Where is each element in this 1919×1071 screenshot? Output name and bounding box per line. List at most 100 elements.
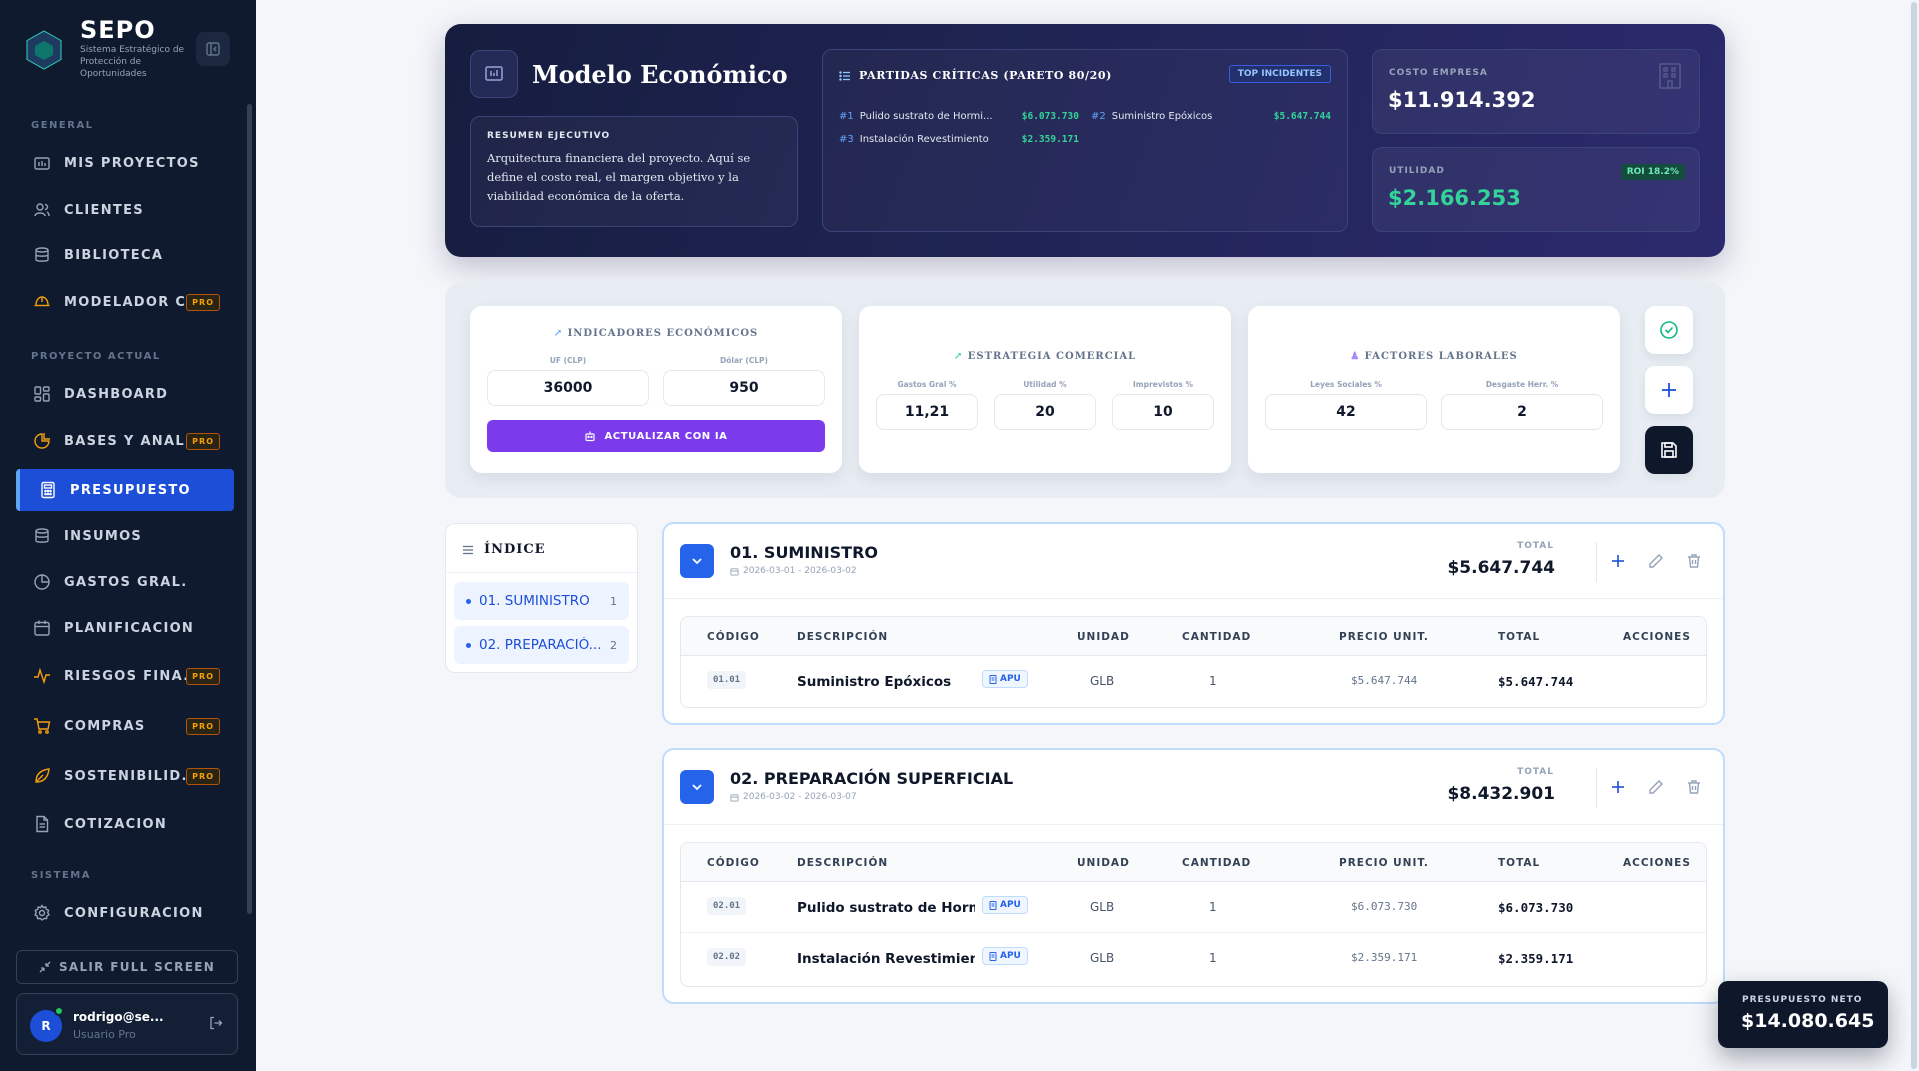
sidebar-item-planificacion[interactable]: PLANIFICACIÓN <box>16 607 234 649</box>
scrollbar-thumb[interactable] <box>1911 2 1917 1069</box>
item-description: Pulido sustrato de Horm... <box>797 900 975 916</box>
sidebar-item-label: INSUMOS <box>64 528 143 544</box>
pareto-item: #1 Pulido sustrato de Hormi... $6.073.73… <box>839 108 1079 124</box>
table-row[interactable]: 01.01 Suministro Epóxicos APU GLB 1 $5.6… <box>681 656 1706 707</box>
validate-button[interactable] <box>1645 306 1693 354</box>
item-unit: GLB <box>1090 951 1115 965</box>
sidebar-item-bases-analisis[interactable]: BASES Y ANÁL... PRO <box>16 420 234 462</box>
pareto-name: Pulido sustrato de Hormi... <box>859 110 993 122</box>
brand-subtitle: Sistema Estratégico de Protección de Opo… <box>80 45 185 79</box>
sidebar-item-riesgos[interactable]: RIESGOS FINA... PRO <box>16 655 234 697</box>
trending-up-icon: ↗ <box>553 328 564 339</box>
utilidad-input[interactable]: 20 <box>994 394 1096 430</box>
summary-title: RESUMEN EJECUTIVO <box>487 131 611 141</box>
sidebar-scrollbar[interactable] <box>247 104 252 914</box>
top-incidents-badge: TOP INCIDENTES <box>1228 65 1331 83</box>
add-item-button[interactable] <box>1607 550 1629 572</box>
section-label-sistema: SISTEMA <box>31 870 91 881</box>
exit-fullscreen-button[interactable]: SALIR FULL SCREEN <box>16 950 238 984</box>
sidebar-item-sostenibilidad[interactable]: SOSTENIBILID... PRO <box>16 755 234 797</box>
update-with-ai-button[interactable]: ACTUALIZAR CON IA <box>487 420 825 452</box>
database-icon <box>32 526 52 546</box>
pie-icon <box>32 572 52 592</box>
check-circle-icon <box>1660 321 1678 339</box>
leyes-sociales-input[interactable]: 42 <box>1265 394 1427 430</box>
sidebar-item-compras[interactable]: COMPRAS PRO <box>16 705 234 747</box>
pro-badge: PRO <box>186 767 220 785</box>
item-code: 02.02 <box>707 948 747 966</box>
chapter-title: 02. PREPARACIÓN SUPERFICIAL <box>730 769 1014 788</box>
apu-button[interactable]: APU <box>982 896 1028 914</box>
commercial-strategy-card: ↗ ESTRATEGIA COMERCIAL Gastos Gral % Uti… <box>859 306 1231 473</box>
robot-icon <box>585 431 596 442</box>
chapter-total-label: TOTAL <box>1517 767 1554 777</box>
delete-chapter-button[interactable] <box>1683 776 1705 798</box>
save-button[interactable] <box>1645 426 1693 474</box>
table-header: CÓDIGO DESCRIPCIÓN UNIDAD CANTIDAD PRECI… <box>681 617 1706 656</box>
gastos-gral-input[interactable]: 11,21 <box>876 394 978 430</box>
document-icon <box>989 674 997 684</box>
add-item-button[interactable] <box>1607 776 1629 798</box>
table-row[interactable]: 02.01 Pulido sustrato de Horm... APU GLB… <box>681 882 1706 933</box>
chapter-dates: 2026-03-01 - 2026-03-02 <box>743 566 857 576</box>
item-description: Suministro Epóxicos <box>797 674 952 690</box>
chevron-down-icon <box>692 558 702 565</box>
collapse-sidebar-button[interactable] <box>196 32 230 66</box>
logout-icon[interactable] <box>209 1016 223 1030</box>
index-item-label: 01. SUMINISTRO <box>479 593 590 609</box>
pro-badge: PRO <box>186 717 220 735</box>
user-card[interactable]: R rodrigo@se... Usuario Pro <box>16 993 238 1055</box>
sidebar-item-dashboard[interactable]: DASHBOARD <box>16 373 234 415</box>
sidebar-item-mis-proyectos[interactable]: MIS PROYECTOS <box>16 142 234 184</box>
edit-chapter-button[interactable] <box>1645 550 1667 572</box>
pencil-icon <box>1649 780 1663 794</box>
delete-chapter-button[interactable] <box>1683 550 1705 572</box>
sidebar-item-configuracion[interactable]: CONFIGURACIÓN <box>16 892 234 934</box>
cost-label: COSTO EMPRESA <box>1389 68 1488 78</box>
sidebar-item-label: SOSTENIBILID... <box>64 768 187 784</box>
apu-button[interactable]: APU <box>982 947 1028 965</box>
page-scrollbar[interactable] <box>1909 0 1919 1071</box>
economic-indicators-title: INDICADORES ECONÓMICOS <box>567 328 759 339</box>
chapter-total-value: $8.432.901 <box>1447 784 1555 804</box>
desgaste-input[interactable]: 2 <box>1441 394 1603 430</box>
hexagon-logo-icon <box>26 30 62 70</box>
uf-input[interactable]: 36000 <box>487 370 649 406</box>
column-header: CÓDIGO <box>707 857 760 869</box>
sidebar-item-cotizacion[interactable]: COTIZACIÓN <box>16 803 234 845</box>
usd-input[interactable]: 950 <box>663 370 825 406</box>
item-unit: GLB <box>1090 674 1115 688</box>
divider <box>1596 768 1597 808</box>
user-role: Usuario Pro <box>73 1028 136 1041</box>
uf-label: UF (CLP) <box>549 356 587 365</box>
item-total: $6.073.730 <box>1498 900 1574 915</box>
apu-button[interactable]: APU <box>982 670 1028 688</box>
sidebar-item-presupuesto[interactable]: PRESUPUESTO <box>16 469 234 511</box>
hardhat-icon <box>32 292 52 312</box>
pro-badge: PRO <box>186 293 220 311</box>
sidebar-item-modelador[interactable]: MODELADOR C... PRO <box>16 281 234 323</box>
imprevistos-input[interactable]: 10 <box>1112 394 1214 430</box>
edit-chapter-button[interactable] <box>1645 776 1667 798</box>
sidebar-item-clientes[interactable]: CLIENTES <box>16 189 234 231</box>
pareto-rank: #3 <box>839 133 854 145</box>
sidebar-item-insumos[interactable]: INSUMOS <box>16 515 234 557</box>
column-header: ACCIONES <box>1623 631 1691 643</box>
pareto-value: $6.073.730 <box>1021 110 1079 122</box>
collapse-chapter-button[interactable] <box>680 544 714 578</box>
add-chapter-button[interactable] <box>1645 366 1693 414</box>
page-title: Modelo Económico <box>532 60 788 89</box>
index-item[interactable]: 01. SUMINISTRO 1 <box>454 582 629 620</box>
list-icon <box>463 545 473 554</box>
leyes-sociales-label: Leyes Sociales % <box>1310 380 1382 389</box>
sidebar-item-gastos-gral[interactable]: GASTOS GRAL. <box>16 561 234 603</box>
sidebar-item-label: PRESUPUESTO <box>70 482 191 498</box>
sidebar-item-biblioteca[interactable]: BIBLIOTECA <box>16 234 234 276</box>
pareto-title: PARTIDAS CRÍTICAS (PARETO 80/20) <box>859 69 1112 82</box>
index-item[interactable]: 02. PREPARACIÓ... 2 <box>454 626 629 664</box>
collapse-chapter-button[interactable] <box>680 770 714 804</box>
calendar-icon <box>32 618 52 638</box>
column-header: CANTIDAD <box>1182 857 1252 869</box>
table-row[interactable]: 02.02 Instalación Revestimiento APU GLB … <box>681 933 1706 984</box>
column-header: TOTAL <box>1498 631 1541 643</box>
